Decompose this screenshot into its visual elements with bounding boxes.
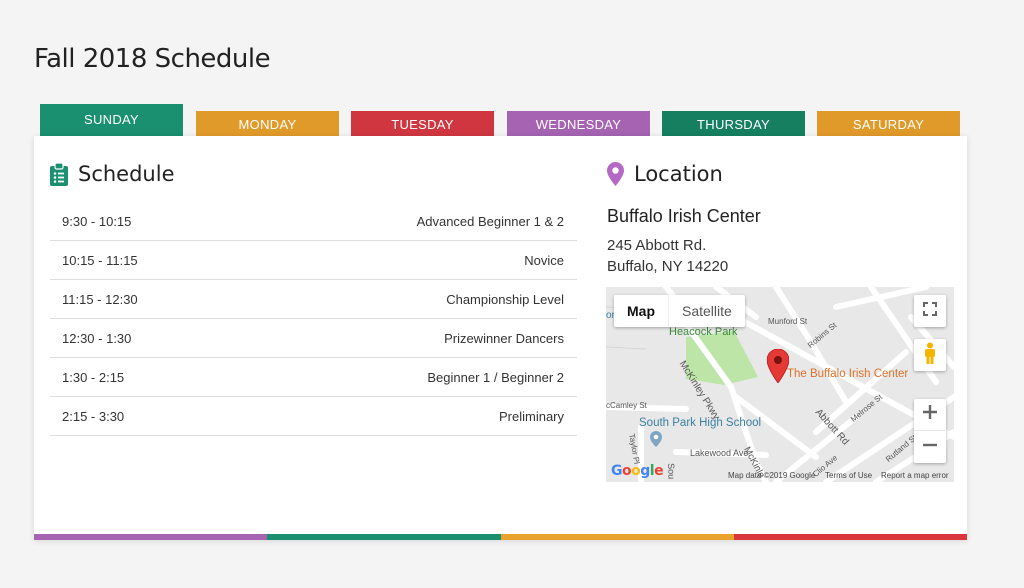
map-marker-label[interactable]: The Buffalo Irish Center xyxy=(787,368,908,380)
venue-street: 245 Abbott Rd. xyxy=(607,237,707,254)
color-strip-segment xyxy=(733,534,967,540)
map-type-map-button[interactable]: Map xyxy=(614,295,668,327)
clipboard-list-icon xyxy=(50,162,68,186)
plus-icon xyxy=(923,405,937,424)
tab-tuesday[interactable]: TUESDAY xyxy=(351,111,494,137)
google-logo: Google xyxy=(611,463,664,479)
schedule-row: 2:15 - 3:30 Preliminary xyxy=(50,397,577,436)
color-strip xyxy=(34,534,967,540)
embedded-map[interactable]: Heacock Park McKinley Pkwy South Park Hi… xyxy=(606,287,954,482)
row-time: 11:15 - 12:30 xyxy=(62,291,138,307)
schedule-heading: Schedule xyxy=(78,162,175,186)
fullscreen-button[interactable] xyxy=(914,295,946,327)
fullscreen-icon xyxy=(923,301,937,321)
map-type-satellite-button[interactable]: Satellite xyxy=(668,295,745,327)
zoom-out-button[interactable] xyxy=(914,431,946,463)
venue-name: Buffalo Irish Center xyxy=(607,206,761,226)
row-level: Novice xyxy=(524,252,564,268)
row-level: Prizewinner Dancers xyxy=(444,330,564,346)
zoom-control xyxy=(914,399,946,463)
map-attribution: Map data ©2019 Google xyxy=(728,471,816,480)
schedule-row: 1:30 - 2:15 Beginner 1 / Beginner 2 xyxy=(50,358,577,397)
color-strip-segment xyxy=(34,534,268,540)
tab-sunday[interactable]: SUNDAY xyxy=(40,104,183,137)
schedule-row: 12:30 - 1:30 Prizewinner Dancers xyxy=(50,319,577,358)
color-strip-segment xyxy=(500,534,734,540)
map-type-control: Map Satellite xyxy=(614,295,745,327)
row-level: Championship Level xyxy=(446,291,564,307)
map-pin-icon xyxy=(607,162,624,186)
pegman-icon xyxy=(923,342,937,369)
tab-saturday[interactable]: SATURDAY xyxy=(817,111,960,137)
minus-icon xyxy=(923,438,937,457)
map-label-park: Heacock Park xyxy=(669,326,738,338)
map-label-school: South Park High School xyxy=(639,417,762,429)
schedule-table: 9:30 - 10:15 Advanced Beginner 1 & 2 10:1… xyxy=(50,202,577,436)
row-time: 2:15 - 3:30 xyxy=(62,408,125,424)
row-level: Preliminary xyxy=(498,408,564,424)
tab-wednesday[interactable]: WEDNESDAY xyxy=(507,111,650,137)
row-time: 10:15 - 11:15 xyxy=(62,252,138,268)
color-strip-segment xyxy=(267,534,501,540)
map-marker-icon[interactable] xyxy=(766,348,790,388)
schedule-row: 9:30 - 10:15 Advanced Beginner 1 & 2 xyxy=(50,202,577,241)
terms-link[interactable]: Terms of Use xyxy=(825,471,872,480)
day-tabs: SUNDAY MONDAY TUESDAY WEDNESDAY THURSDAY… xyxy=(40,104,962,138)
schedule-header: Schedule xyxy=(50,162,175,186)
report-map-error-link[interactable]: Report a map error xyxy=(881,471,949,480)
location-heading: Location xyxy=(634,162,723,186)
map-label-munford: Munford St xyxy=(768,317,808,326)
row-level: Beginner 1 / Beginner 2 xyxy=(427,369,564,385)
tab-thursday[interactable]: THURSDAY xyxy=(662,111,805,137)
map-label-south: Sou xyxy=(666,463,677,480)
schedule-row: 11:15 - 12:30 Championship Level xyxy=(50,280,577,319)
street-view-button[interactable] xyxy=(914,339,946,371)
map-label-mccamley: cCamley St xyxy=(606,401,647,410)
school-pin-icon xyxy=(650,431,662,452)
schedule-row: 10:15 - 11:15 Novice xyxy=(50,241,577,280)
zoom-in-button[interactable] xyxy=(914,399,946,431)
map-label-lakewood: Lakewood Ave xyxy=(690,448,749,458)
row-time: 12:30 - 1:30 xyxy=(62,330,132,346)
location-header: Location xyxy=(607,162,723,186)
row-time: 1:30 - 2:15 xyxy=(62,369,125,385)
venue-city: Buffalo, NY 14220 xyxy=(607,258,729,275)
row-level: Advanced Beginner 1 & 2 xyxy=(416,213,564,229)
schedule-card: Schedule 9:30 - 10:15 Advanced Beginner 1… xyxy=(34,136,967,540)
page-title: Fall 2018 Schedule xyxy=(34,44,271,74)
venue-address: Buffalo Irish Center 245 Abbott Rd. Buff… xyxy=(607,206,761,277)
row-time: 9:30 - 10:15 xyxy=(62,213,132,229)
tab-monday[interactable]: MONDAY xyxy=(196,111,339,137)
